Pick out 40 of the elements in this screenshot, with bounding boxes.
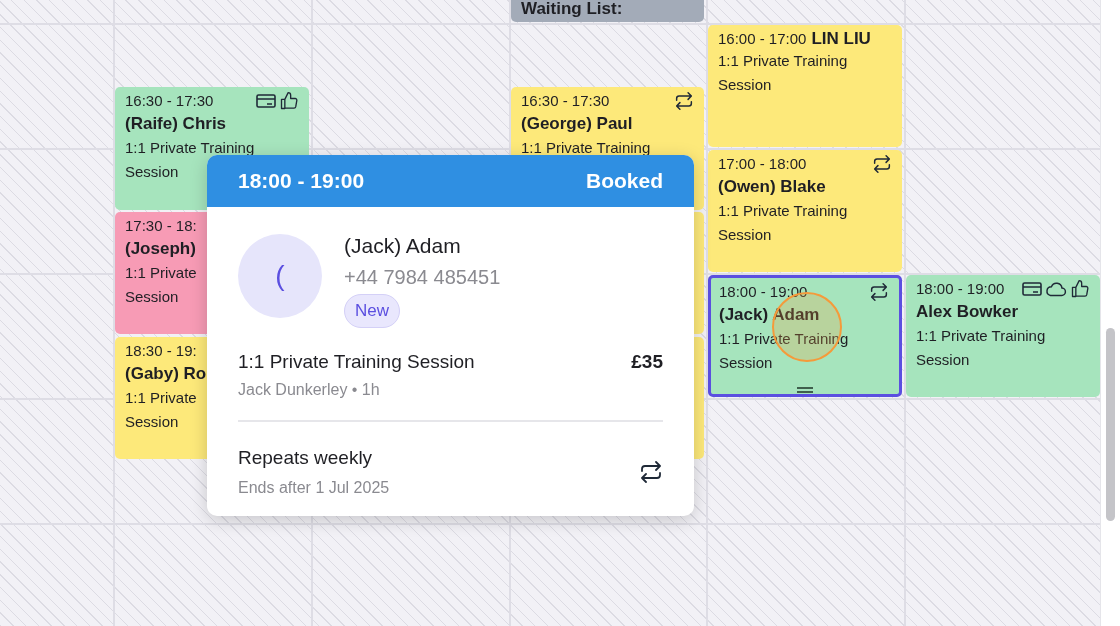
client-name: (George) Paul [521, 114, 633, 133]
client-name: (Gaby) Ro [125, 364, 207, 383]
service-name: 1:1 Private Training [916, 327, 1046, 344]
event-time: 17:30 - 18: [125, 216, 197, 236]
service-name: Session [125, 413, 179, 430]
phone-number: +44 7984 485451 [344, 265, 501, 290]
client-name: Alex Bowker [916, 302, 1019, 321]
event-time: 18:00 - 19:00 [916, 279, 1005, 299]
event-time: 16:30 - 17:30 [521, 91, 610, 111]
service-name: 1:1 Private Training [718, 202, 848, 219]
service-name: Session [125, 288, 179, 305]
event-time: 16:00 - 17:00 [718, 29, 807, 49]
service-name: 1:1 Private [125, 389, 197, 406]
price: £35 [631, 349, 663, 374]
repeat-end: Ends after 1 Jul 2025 [238, 477, 390, 498]
client-name: (Jack) Adam [344, 233, 461, 259]
avatar: ( [238, 234, 322, 318]
event-time: 17:00 - 18:00 [718, 154, 807, 174]
service-name: Session [719, 354, 773, 371]
status-label: Booked [586, 168, 663, 195]
client-name: (Raife) Chris [125, 114, 227, 133]
service-name: Session [718, 226, 772, 243]
status-badge: New [344, 294, 400, 328]
waiting-list-label: Waiting List: [521, 0, 623, 18]
service-name: 1:1 Private Training Session [238, 349, 475, 374]
trainer-duration: Jack Dunkerley • 1h [238, 381, 380, 398]
service-name: Session [718, 76, 772, 93]
service-name: Session [916, 351, 970, 368]
event-time: 16:30 - 17:30 [125, 91, 214, 111]
client-name: (Owen) Blake [718, 177, 826, 196]
event-time: 18:00 - 19:00 [719, 282, 808, 302]
service-name: Session [125, 163, 179, 180]
service-name: 1:1 Private Training [521, 139, 651, 156]
service-name: 1:1 Private [125, 264, 197, 281]
client-name: LIN LIU [811, 28, 871, 49]
service-name: 1:1 Private Training [125, 139, 255, 156]
service-name: 1:1 Private Training [718, 52, 848, 69]
repeat-label: Repeats weekly [238, 446, 374, 470]
event-time: 18:30 - 19: [125, 341, 197, 361]
client-name: (Joseph) [125, 239, 196, 258]
